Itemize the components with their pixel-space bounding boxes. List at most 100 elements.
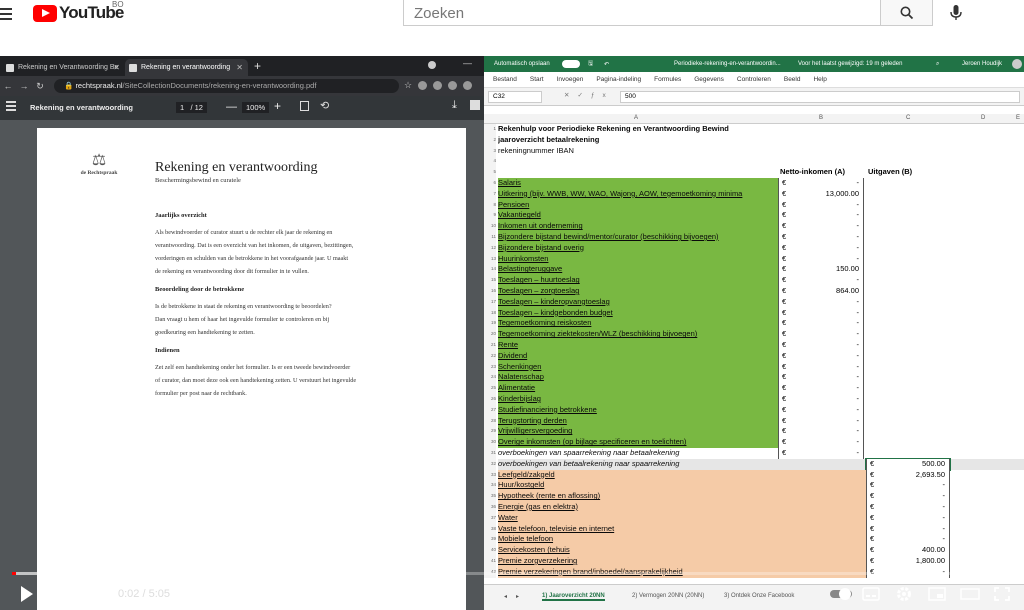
row-number[interactable]: 19 bbox=[484, 318, 496, 330]
cell-netto[interactable]: € - bbox=[778, 296, 864, 308]
cell-uitgaven[interactable]: €2,693.50 bbox=[866, 469, 950, 481]
table-row[interactable]: 26 Kinderbijslag € - bbox=[484, 394, 1024, 405]
theater-mode-button[interactable] bbox=[960, 584, 980, 604]
cell-netto[interactable]: € - bbox=[778, 383, 864, 394]
browser-tab-1[interactable]: Rekening en Verantwoording Be ✕ bbox=[2, 59, 125, 76]
row-number[interactable]: 23 bbox=[484, 361, 496, 373]
row-number[interactable]: 16 bbox=[484, 286, 496, 297]
ribbon-tab[interactable]: Bestand bbox=[493, 76, 517, 83]
table-row[interactable]: 20 Tegemoetkoming ziektekosten/WLZ (besch… bbox=[484, 329, 1024, 340]
search-icon[interactable]: ⌕ bbox=[936, 61, 939, 68]
row-number[interactable]: 37 bbox=[484, 512, 496, 524]
row-number[interactable]: 26 bbox=[484, 394, 496, 405]
row-number[interactable]: 33 bbox=[484, 469, 496, 481]
row-number[interactable]: 6 bbox=[484, 178, 496, 189]
fit-page-icon[interactable] bbox=[300, 101, 309, 111]
table-row[interactable]: 1 Rekenhulp voor Periodieke Rekening en V… bbox=[484, 124, 1024, 135]
table-row[interactable]: 8 Pensioen € - bbox=[484, 199, 1024, 211]
cell-uitgaven[interactable]: € - bbox=[866, 523, 950, 535]
spreadsheet-grid[interactable]: 1 Rekenhulp voor Periodieke Rekening en V… bbox=[484, 124, 1024, 594]
table-row[interactable]: 29 Vrijwilligersvergoeding € - bbox=[484, 426, 1024, 438]
cell-netto[interactable]: € - bbox=[778, 253, 864, 265]
extension-icon[interactable] bbox=[433, 81, 442, 90]
ribbon-tab[interactable]: Pagina-indeling bbox=[596, 76, 641, 83]
cell-netto[interactable]: € - bbox=[778, 361, 864, 373]
row-number[interactable]: 40 bbox=[484, 545, 496, 556]
browser-tab-2[interactable]: Rekening en verantwoording ✕ bbox=[125, 59, 248, 76]
cell-netto[interactable]: € - bbox=[778, 178, 864, 189]
ribbon-tab[interactable]: Invoegen bbox=[557, 76, 584, 83]
cell-uitgaven[interactable]: € - bbox=[866, 534, 950, 546]
row-number[interactable]: 39 bbox=[484, 534, 496, 546]
ribbon-tab[interactable]: Help bbox=[813, 76, 826, 83]
row-number[interactable]: 17 bbox=[484, 296, 496, 308]
cell-netto[interactable]: € - bbox=[778, 437, 864, 448]
table-row[interactable]: 31 overboekingen van spaarrekening naar b… bbox=[484, 448, 1024, 459]
cell-netto[interactable]: € - bbox=[778, 372, 864, 384]
cell-uitgaven[interactable]: €1,800.00 bbox=[866, 556, 950, 567]
search-input[interactable]: Zoeken bbox=[403, 0, 880, 26]
voice-search-button[interactable] bbox=[944, 0, 968, 26]
menu-icon[interactable] bbox=[6, 101, 16, 113]
puzzle-icon[interactable] bbox=[463, 81, 472, 90]
table-row[interactable]: 37 Water € - bbox=[484, 512, 1024, 524]
table-row[interactable]: 4 bbox=[484, 156, 1024, 168]
table-row[interactable]: 21 Rente € - bbox=[484, 340, 1024, 351]
cell-uitgaven[interactable]: € - bbox=[866, 480, 950, 492]
row-number[interactable]: 41 bbox=[484, 556, 496, 567]
row-number[interactable]: 31 bbox=[484, 448, 496, 459]
table-row[interactable]: 24 Nalatenschap € - bbox=[484, 372, 1024, 384]
fullscreen-button[interactable] bbox=[994, 584, 1010, 604]
cell-netto[interactable]: € - bbox=[778, 242, 864, 254]
page-indicator[interactable]: 1 / 12 bbox=[176, 102, 207, 113]
row-number[interactable]: 11 bbox=[484, 232, 496, 243]
row-number[interactable]: 4 bbox=[484, 156, 496, 168]
row-number[interactable]: 2 bbox=[484, 134, 496, 146]
row-number[interactable]: 12 bbox=[484, 242, 496, 254]
settings-button[interactable] bbox=[896, 584, 912, 604]
avatar[interactable] bbox=[1012, 59, 1022, 69]
play-button[interactable] bbox=[20, 584, 34, 604]
row-number[interactable]: 38 bbox=[484, 523, 496, 535]
progress-bar[interactable] bbox=[12, 572, 1012, 575]
table-row[interactable]: 7 Uitkering (bijv. WWB, WW, WAO, Wajong, … bbox=[484, 188, 1024, 200]
row-number[interactable]: 1 bbox=[484, 124, 496, 135]
extension-icon[interactable] bbox=[448, 81, 457, 90]
cell-netto[interactable]: € - bbox=[778, 340, 864, 351]
row-number[interactable]: 18 bbox=[484, 307, 496, 319]
cell-netto[interactable]: € - bbox=[778, 426, 864, 438]
row-number[interactable]: 34 bbox=[484, 480, 496, 492]
table-row[interactable]: 39 Mobiele telefoon € - bbox=[484, 534, 1024, 546]
fx-icon[interactable]: ✕✓ƒx bbox=[564, 91, 614, 99]
table-row[interactable]: 34 Huur/kostgeld € - bbox=[484, 480, 1024, 492]
minimize-icon[interactable]: — bbox=[463, 58, 472, 68]
zoom-level[interactable]: 100% bbox=[242, 102, 270, 113]
miniplayer-button[interactable] bbox=[928, 584, 946, 604]
row-number[interactable]: 29 bbox=[484, 426, 496, 438]
menu-icon[interactable] bbox=[0, 8, 14, 22]
table-row[interactable]: 13 Huurinkomsten € - bbox=[484, 253, 1024, 265]
row-number[interactable]: 13 bbox=[484, 253, 496, 265]
cell-netto[interactable]: € - bbox=[778, 415, 864, 427]
cell-netto[interactable]: € - bbox=[778, 210, 864, 222]
cell-netto[interactable]: €150.00 bbox=[778, 264, 864, 276]
row-number[interactable]: 27 bbox=[484, 404, 496, 416]
close-icon[interactable]: ✕ bbox=[113, 63, 120, 72]
row-number[interactable]: 35 bbox=[484, 491, 496, 502]
table-row[interactable]: 2 jaaroverzicht betaalrekening bbox=[484, 134, 1024, 146]
close-icon[interactable]: ✕ bbox=[236, 63, 243, 72]
cell-uitgaven[interactable]: € - bbox=[866, 512, 950, 524]
zoom-in-button[interactable]: + bbox=[274, 99, 281, 113]
row-number[interactable]: 20 bbox=[484, 329, 496, 340]
table-row[interactable]: 5 Netto-inkomen (A) Uitgaven (B) bbox=[484, 167, 1024, 178]
new-tab-button[interactable]: + bbox=[248, 59, 267, 76]
table-row[interactable]: 30 Overige inkomsten (op bijlage specific… bbox=[484, 437, 1024, 448]
cell-uitgaven[interactable]: € - bbox=[866, 491, 950, 502]
table-row[interactable]: 23 Schenkingen € - bbox=[484, 361, 1024, 373]
youtube-logo[interactable]: YouTube bbox=[33, 3, 124, 23]
table-row[interactable]: 19 Tegemoetkoming reiskosten € - bbox=[484, 318, 1024, 330]
cell-netto[interactable]: € - bbox=[778, 329, 864, 340]
cell-netto[interactable]: € - bbox=[778, 275, 864, 286]
table-row[interactable]: 14 Belastingteruggave €150.00 bbox=[484, 264, 1024, 276]
table-row[interactable]: 12 Bijzondere bijstand overig € - bbox=[484, 242, 1024, 254]
